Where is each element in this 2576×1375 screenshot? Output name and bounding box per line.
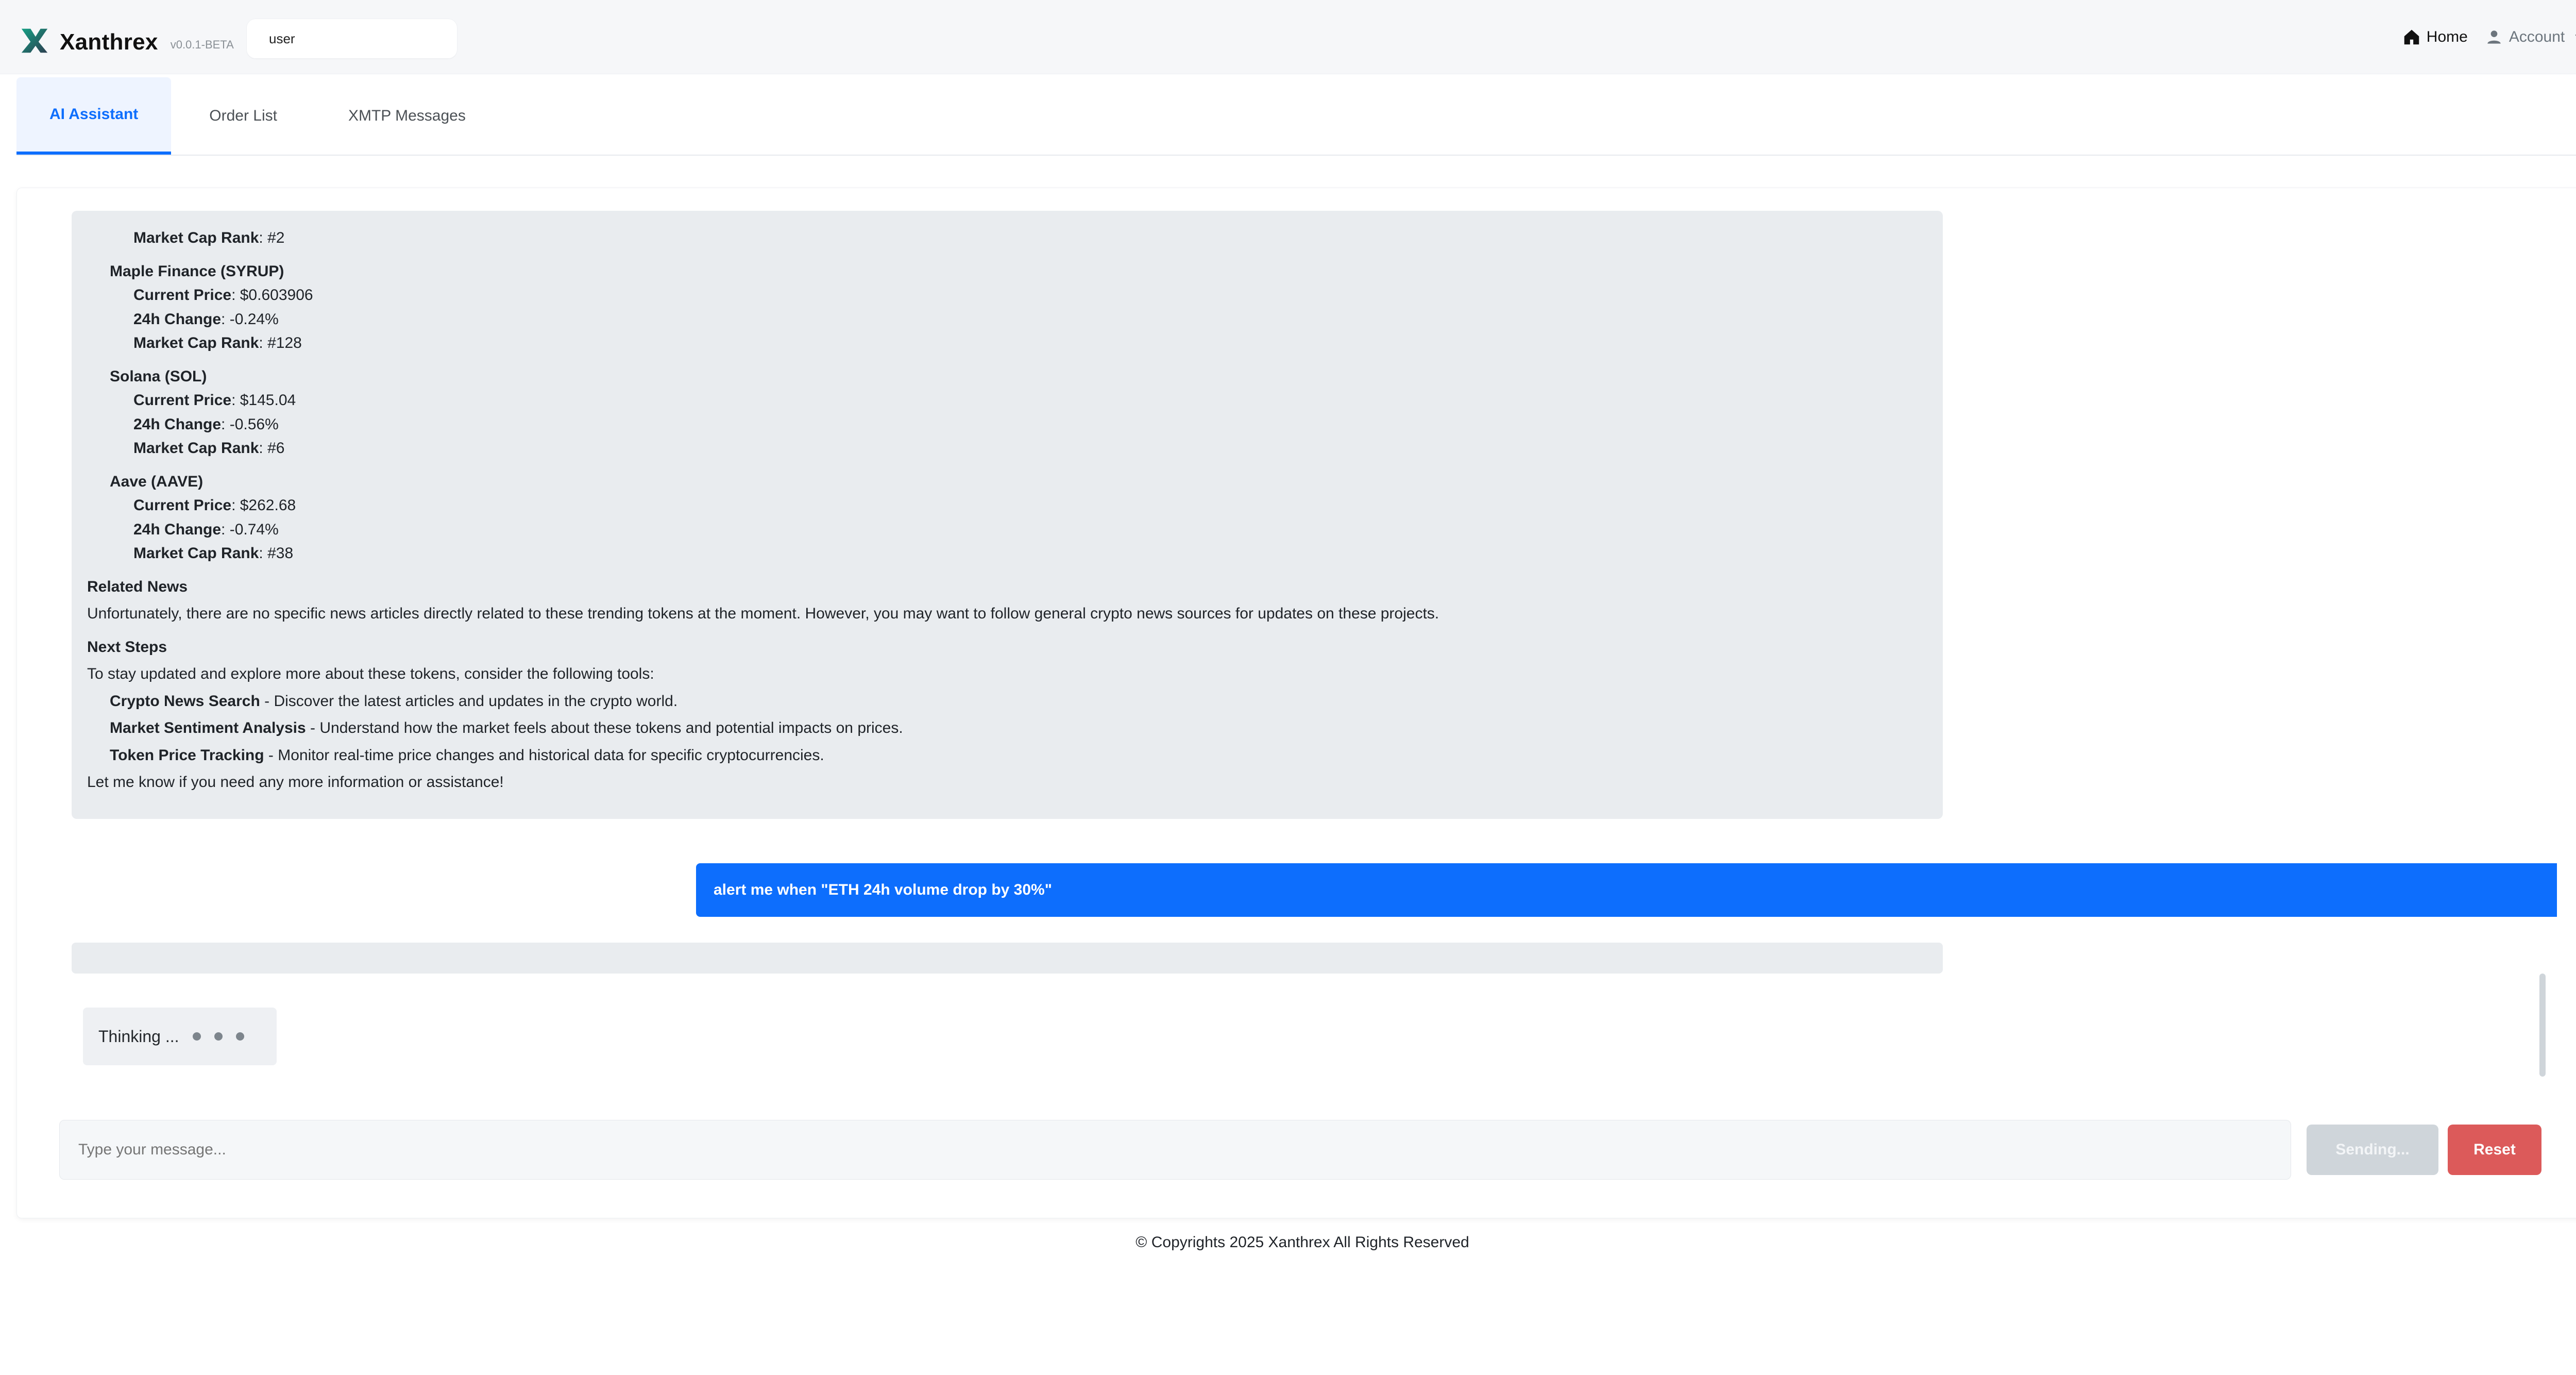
kv-value: : #2: [259, 229, 285, 246]
nav-right: Home Account ▼: [2402, 21, 2576, 54]
ai-placeholder-bubble: [72, 943, 1943, 974]
section-title-next-steps: Next Steps: [87, 638, 167, 656]
tabs: AI Assistant Order List XMTP Messages: [16, 77, 2576, 156]
token-kv: Market Cap Rank: #38: [133, 542, 1927, 566]
top-kv-row: Market Cap Rank: #2: [133, 226, 1927, 250]
tool-desc: - Understand how the market feels about …: [306, 719, 903, 736]
tool-desc: - Monitor real-time price changes and hi…: [264, 746, 824, 764]
kv-value: : #38: [259, 545, 294, 562]
tab-order-list[interactable]: Order List: [176, 77, 310, 155]
footer: © Copyrights 2025 Xanthrex All Rights Re…: [0, 1234, 2576, 1251]
dot-icon: [192, 1032, 201, 1041]
kv-label: Current Price: [133, 392, 232, 409]
tab-order-list-label: Order List: [209, 107, 277, 124]
tab-xmtp-messages-label: XMTP Messages: [348, 107, 466, 124]
chat-scrollbar[interactable]: [2539, 211, 2546, 1108]
user-label: user: [269, 30, 295, 46]
user-message-text: alert me when "ETH 24h volume drop by 30…: [714, 881, 1052, 898]
tool-item: Crypto News Search - Discover the latest…: [110, 690, 1927, 714]
kv-label: Current Price: [133, 497, 232, 514]
token-kv: 24h Change: -0.24%: [133, 308, 1927, 332]
related-news-text: Unfortunately, there are no specific new…: [87, 605, 1439, 622]
kv-value: : $0.603906: [231, 287, 313, 304]
dot-icon: [235, 1032, 244, 1041]
token-kv: 24h Change: -0.74%: [133, 518, 1927, 542]
user-chip: user: [246, 19, 457, 59]
xanthrex-logo: [21, 28, 48, 53]
sending-button[interactable]: Sending...: [2307, 1125, 2438, 1175]
tab-ai-assistant-label: AI Assistant: [49, 106, 139, 123]
reset-button[interactable]: Reset: [2448, 1125, 2541, 1175]
kv-label: Market Cap Rank: [133, 229, 259, 246]
scrollbar-thumb[interactable]: [2539, 974, 2546, 1077]
tool-item: Token Price Tracking - Monitor real-time…: [110, 744, 1927, 768]
user-icon: [2487, 30, 2501, 44]
tab-xmtp-messages[interactable]: XMTP Messages: [315, 77, 499, 155]
nav-home-link[interactable]: Home: [2402, 27, 2468, 47]
closing-text: Let me know if you need any more informa…: [87, 774, 504, 791]
ai-message-bubble: Market Cap Rank: #2 Maple Finance (SYRUP…: [72, 211, 1943, 819]
brand-name: Xanthrex: [60, 29, 158, 55]
kv-value: : -0.74%: [221, 521, 279, 538]
home-icon: [2404, 29, 2419, 45]
token-kv: Market Cap Rank: #128: [133, 331, 1927, 356]
token-kv: 24h Change: -0.56%: [133, 413, 1927, 437]
token-title: Maple Finance (SYRUP): [110, 262, 284, 280]
chat-area: Market Cap Rank: #2 Maple Finance (SYRUP…: [53, 211, 2557, 1108]
version-label: v0.0.1-BETA: [170, 38, 234, 51]
thinking-indicator: Thinking ...: [83, 1008, 277, 1065]
footer-text: © Copyrights 2025 Xanthrex All Rights Re…: [1136, 1234, 1469, 1251]
tool-label: Crypto News Search: [110, 692, 260, 710]
tool-item: Market Sentiment Analysis - Understand h…: [110, 716, 1927, 741]
next-steps-intro: To stay updated and explore more about t…: [87, 665, 654, 682]
nav-home-label: Home: [2426, 28, 2468, 45]
kv-value: : $262.68: [231, 497, 296, 514]
tools-list: Crypto News Search - Discover the latest…: [110, 690, 1927, 768]
kv-value: : -0.56%: [221, 415, 279, 433]
kv-label: 24h Change: [133, 521, 222, 538]
user-message-bubble: alert me when "ETH 24h volume drop by 30…: [696, 863, 2557, 917]
dot-icon: [214, 1032, 223, 1041]
nav-account-label: Account: [2509, 28, 2565, 45]
token-kv: Current Price: $262.68: [133, 494, 1927, 518]
token-kv: Market Cap Rank: #6: [133, 437, 1927, 461]
brand: Xanthrex v0.0.1-BETA: [19, 18, 234, 57]
message-input-wrapper: [59, 1120, 2291, 1180]
tool-label: Market Sentiment Analysis: [110, 719, 306, 736]
token-title: Aave (AAVE): [110, 473, 204, 490]
chat-card: Market Cap Rank: #2 Maple Finance (SYRUP…: [16, 188, 2576, 1218]
kv-value: : #128: [259, 334, 302, 351]
nav-account-dropdown[interactable]: Account ▼: [2484, 27, 2576, 47]
sending-button-label: Sending...: [2335, 1141, 2410, 1158]
kv-label: Market Cap Rank: [133, 440, 259, 457]
message-input[interactable]: [77, 1120, 2273, 1179]
token-title: Solana (SOL): [110, 367, 207, 385]
token-kv: Current Price: $0.603906: [133, 283, 1927, 308]
kv-label: Market Cap Rank: [133, 334, 259, 351]
kv-value: : -0.24%: [221, 310, 279, 328]
kv-label: Current Price: [133, 287, 232, 304]
chevron-down-icon: ▼: [2573, 31, 2576, 44]
reset-button-label: Reset: [2473, 1141, 2516, 1158]
kv-label: 24h Change: [133, 310, 222, 328]
section-title-related-news: Related News: [87, 578, 188, 595]
kv-value: : #6: [259, 440, 285, 457]
thinking-label: Thinking ...: [98, 1027, 179, 1046]
kv-label: Market Cap Rank: [133, 545, 259, 562]
tool-desc: - Discover the latest articles and updat…: [260, 692, 678, 710]
kv-value: : $145.04: [231, 392, 296, 409]
top-navbar: Xanthrex v0.0.1-BETA user Home Account ▼: [0, 0, 2576, 74]
tab-ai-assistant[interactable]: AI Assistant: [16, 77, 172, 155]
kv-label: 24h Change: [133, 415, 222, 433]
tool-label: Token Price Tracking: [110, 746, 264, 764]
token-kv: Current Price: $145.04: [133, 389, 1927, 413]
